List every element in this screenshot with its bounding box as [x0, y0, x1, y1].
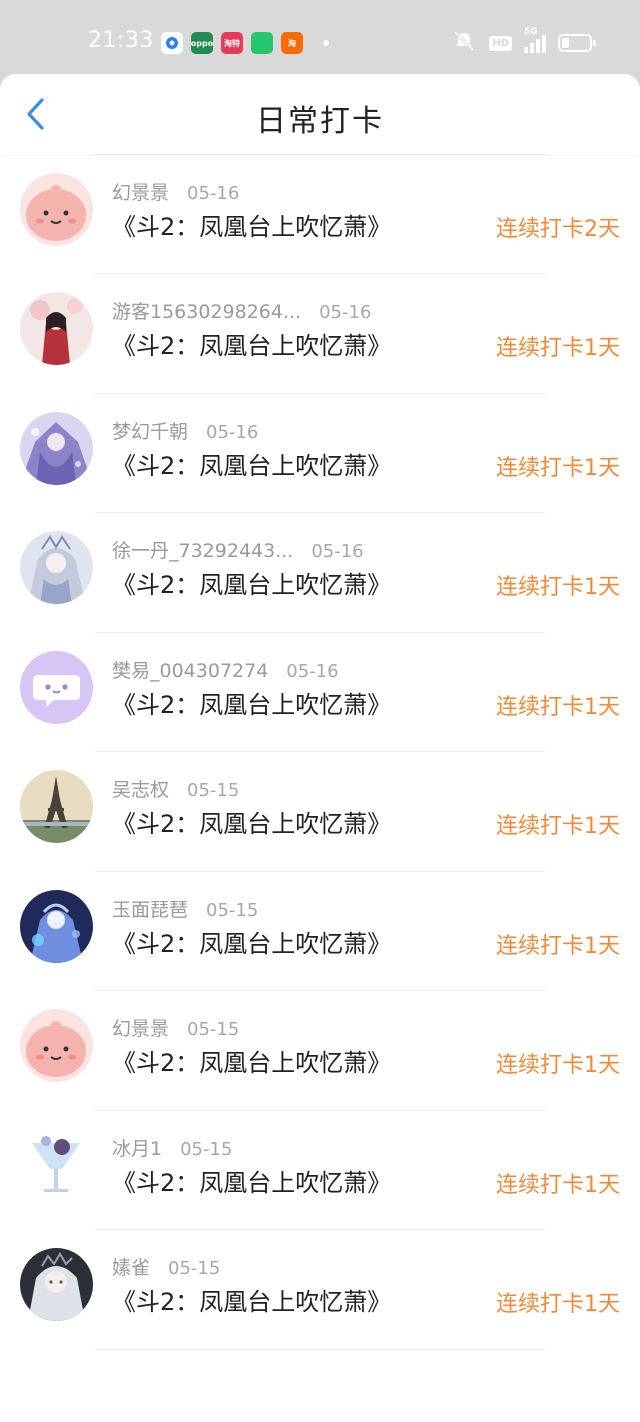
mute-icon — [451, 30, 477, 56]
item-meta: 玉面琵琶 05-15 — [112, 895, 258, 922]
item-meta: 幻景景 05-15 — [112, 1014, 239, 1041]
checkin-date: 05-16 — [187, 182, 240, 204]
item-meta: 徐一丹_73292443... 05-16 — [112, 536, 364, 563]
checkin-list-item[interactable]: 樊易_004307274 05-16 《斗2：凤凰台上吹忆萧》 连续打卡1天 — [0, 633, 640, 752]
signal-icon: 5G — [524, 27, 546, 53]
item-divider — [95, 1348, 545, 1350]
item-meta: 樊易_004307274 05-16 — [112, 656, 339, 683]
checkin-list-item[interactable]: 幻景景 05-15 《斗2：凤凰台上吹忆萧》 连续打卡1天 — [0, 991, 640, 1111]
work-title[interactable]: 《斗2：凤凰台上吹忆萧》 — [112, 685, 391, 720]
work-title[interactable]: 《斗2：凤凰台上吹忆萧》 — [112, 924, 391, 959]
status-time: 21:33 — [88, 28, 154, 53]
store-app-icon — [251, 32, 273, 54]
work-title[interactable]: 《斗2：凤凰台上吹忆萧》 — [112, 207, 391, 242]
work-title[interactable]: 《斗2：凤凰台上吹忆萧》 — [112, 565, 391, 600]
user-name[interactable]: 樊易_004307274 — [112, 656, 268, 683]
notification-app-icons: oppo 淘特 淘 — [161, 32, 329, 54]
checkin-list-item[interactable]: 徐一丹_73292443... 05-16 《斗2：凤凰台上吹忆萧》 连续打卡1天 — [0, 513, 640, 633]
user-avatar[interactable] — [20, 1248, 93, 1321]
streak-label: 连续打卡1天 — [496, 336, 620, 361]
more-notifications-dot — [323, 40, 329, 46]
work-title[interactable]: 《斗2：凤凰台上吹忆萧》 — [112, 446, 391, 481]
user-name[interactable]: 冰月1 — [112, 1134, 162, 1161]
header: 日常打卡 — [0, 74, 640, 154]
item-meta: 冰月1 05-15 — [112, 1134, 232, 1161]
user-name[interactable]: 梦幻千朝 — [112, 417, 188, 444]
user-avatar[interactable] — [20, 531, 93, 604]
status-right: HD 5G — [451, 27, 596, 56]
checkin-date: 05-16 — [311, 541, 364, 562]
checkin-list-item[interactable]: 游客15630298264... 05-16 《斗2：凤凰台上吹忆萧》 连续打卡1天 — [0, 274, 640, 394]
taobao-app-icon: 淘 — [281, 32, 303, 54]
user-name[interactable]: 游客15630298264... — [112, 297, 301, 324]
checkin-list-item[interactable]: 幻景景 05-16 《斗2：凤凰台上吹忆萧》 连续打卡2天 — [0, 155, 640, 274]
network-label: 5G — [524, 27, 538, 37]
streak-label: 连续打卡1天 — [496, 1292, 620, 1317]
browser-app-icon — [161, 32, 183, 54]
user-avatar[interactable] — [20, 889, 93, 963]
checkin-list-item[interactable]: 冰月1 05-15 《斗2：凤凰台上吹忆萧》 连续打卡1天 — [0, 1111, 640, 1230]
item-meta: 游客15630298264... 05-16 — [112, 297, 371, 324]
user-avatar[interactable] — [20, 650, 93, 724]
checkin-date: 05-15 — [187, 1019, 240, 1040]
work-title[interactable]: 《斗2：凤凰台上吹忆萧》 — [112, 1163, 391, 1198]
work-title[interactable]: 《斗2：凤凰台上吹忆萧》 — [112, 1043, 391, 1078]
user-name[interactable]: 幻景景 — [112, 1014, 169, 1041]
checkin-list-item[interactable]: 梦幻千朝 05-16 《斗2：凤凰台上吹忆萧》 连续打卡1天 — [0, 394, 640, 513]
checkin-date: 05-16 — [286, 660, 339, 682]
checkin-date: 05-16 — [206, 421, 259, 443]
user-avatar[interactable] — [20, 1128, 93, 1202]
checkin-list-item[interactable]: 玉面琵琶 05-15 《斗2：凤凰台上吹忆萧》 连续打卡1天 — [0, 872, 640, 991]
battery-level — [562, 38, 569, 48]
hd-badge: HD — [489, 35, 512, 51]
user-avatar[interactable] — [20, 1009, 93, 1082]
checkin-date: 05-15 — [187, 780, 240, 801]
battery-icon — [558, 34, 596, 52]
streak-label: 连续打卡1天 — [496, 694, 620, 720]
checkin-date: 05-15 — [206, 899, 259, 921]
user-avatar[interactable] — [20, 411, 93, 485]
user-name[interactable]: 幻景景 — [112, 178, 169, 205]
work-title[interactable]: 《斗2：凤凰台上吹忆萧》 — [112, 326, 391, 361]
item-meta: 梦幻千朝 05-16 — [112, 417, 258, 444]
streak-label: 连续打卡1天 — [496, 455, 620, 481]
checkin-date: 05-15 — [180, 1138, 233, 1160]
work-title[interactable]: 《斗2：凤凰台上吹忆萧》 — [112, 1282, 391, 1317]
streak-label: 连续打卡1天 — [496, 933, 620, 959]
news-app-icon: 淘特 — [221, 32, 243, 54]
item-meta: 嫊雀 05-15 — [112, 1253, 220, 1280]
work-title[interactable]: 《斗2：凤凰台上吹忆萧》 — [112, 804, 391, 839]
oppo-app-icon: oppo — [191, 32, 213, 54]
streak-label: 连续打卡1天 — [496, 575, 620, 600]
user-name[interactable]: 嫊雀 — [112, 1253, 150, 1280]
checkin-page: 婉言05-16《斗2：凤凰台上吹忆萧》连续打卡1天幻景景05-16《斗2：凤凰台… — [0, 74, 640, 1422]
user-avatar[interactable] — [20, 770, 93, 843]
checkin-date: 05-16 — [319, 302, 372, 323]
user-avatar[interactable] — [20, 172, 93, 246]
checkin-list-item[interactable]: 吴志权 05-15 《斗2：凤凰台上吹忆萧》 连续打卡1天 — [0, 752, 640, 872]
streak-label: 连续打卡2天 — [496, 216, 620, 242]
checkin-date: 05-15 — [168, 1258, 221, 1279]
page-title: 日常打卡 — [256, 104, 384, 139]
user-name[interactable]: 徐一丹_73292443... — [112, 536, 293, 563]
user-name[interactable]: 吴志权 — [112, 775, 169, 802]
user-avatar[interactable] — [20, 292, 93, 365]
item-meta: 吴志权 05-15 — [112, 775, 239, 802]
streak-label: 连续打卡1天 — [496, 814, 620, 839]
item-meta: 幻景景 05-16 — [112, 178, 239, 205]
status-bar: 21:33 oppo 淘特 淘 HD 5G — [0, 0, 640, 74]
checkin-list-item[interactable]: 嫊雀 05-15 《斗2：凤凰台上吹忆萧》 连续打卡1天 — [0, 1230, 640, 1350]
user-name[interactable]: 玉面琵琶 — [112, 895, 188, 922]
streak-label: 连续打卡1天 — [496, 1172, 620, 1198]
streak-label: 连续打卡1天 — [496, 1053, 620, 1078]
